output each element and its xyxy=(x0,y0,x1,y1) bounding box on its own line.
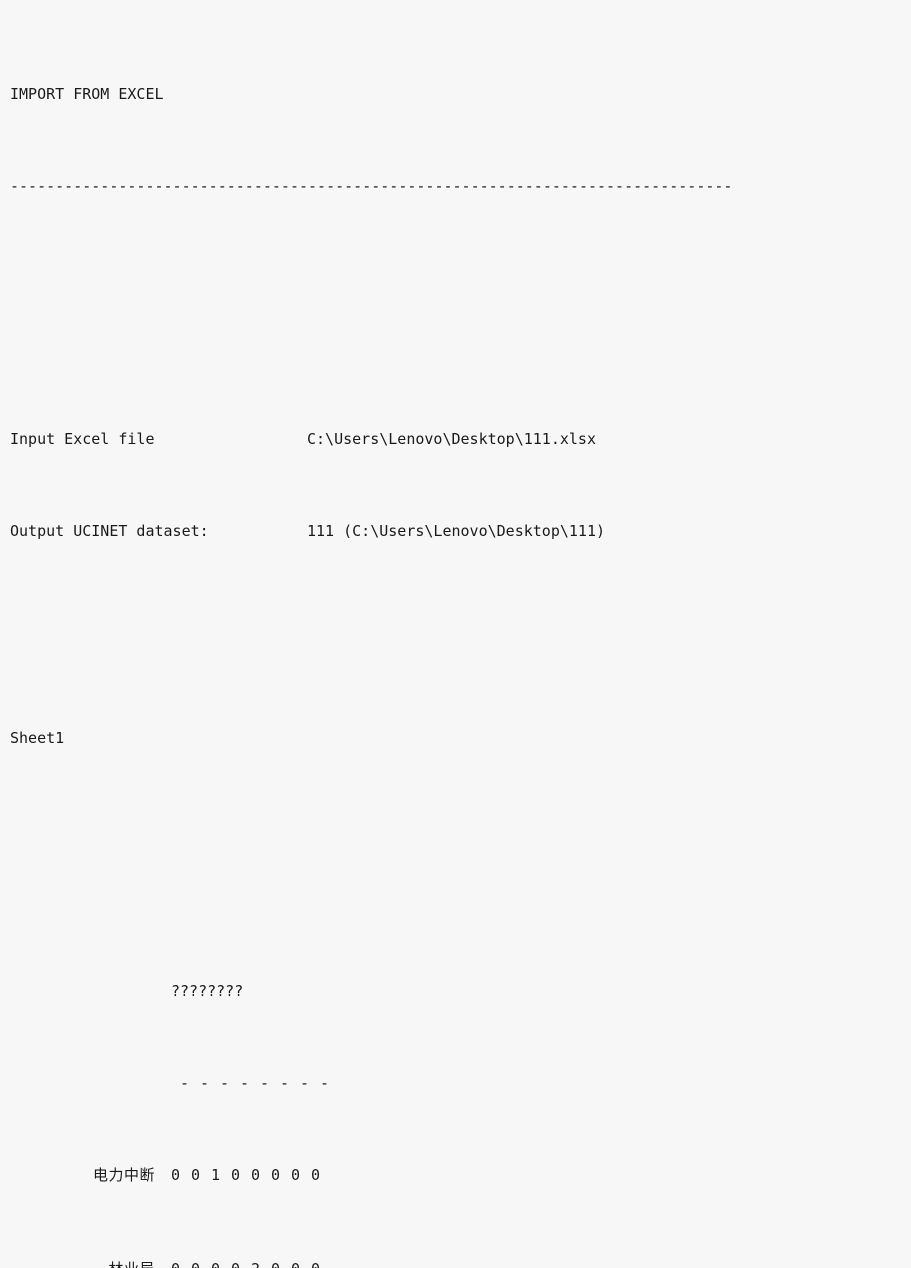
adjacency-matrix: ???????? -------- 电力中断 00100000 林业局 0000… xyxy=(10,911,911,1268)
matrix-cell: 0 xyxy=(191,1258,211,1268)
matrix-row-label: 林业局 xyxy=(10,1258,155,1268)
matrix-cell: 0 xyxy=(271,1258,291,1268)
console-output-pane: IMPORT FROM EXCEL ----------------------… xyxy=(0,0,911,1268)
matrix-cell: 0 xyxy=(271,1166,281,1184)
column-rule-dash: - xyxy=(240,1074,250,1092)
top-separator-rule: ----------------------------------------… xyxy=(10,177,733,195)
field-input-excel-file: Input Excel file C:\Users\Lenovo\Desktop\… xyxy=(10,428,911,451)
matrix-cell: 0 xyxy=(191,1166,201,1184)
matrix-cell: 0 xyxy=(311,1166,321,1184)
matrix-row: 电力中断 00100000 xyxy=(10,1164,911,1189)
matrix-cell: 0 xyxy=(231,1258,251,1268)
field-label: Input Excel file xyxy=(10,430,155,448)
field-value: 111 (C:\Users\Lenovo\Desktop\111) xyxy=(307,522,606,540)
sheet-name-label: Sheet1 xyxy=(10,729,65,747)
column-rule-dash: - xyxy=(180,1074,190,1092)
matrix-row-cells: 00100000 xyxy=(171,1164,331,1187)
column-rule-dash: - xyxy=(260,1074,270,1092)
matrix-row-cells: 00002000 xyxy=(171,1258,331,1268)
column-rule-dash: - xyxy=(280,1074,290,1092)
matrix-cell: 0 xyxy=(231,1166,241,1184)
matrix-column-rule: -------- xyxy=(180,1072,911,1095)
column-rule-dash: - xyxy=(320,1074,330,1092)
field-value: C:\Users\Lenovo\Desktop\111.xlsx xyxy=(307,430,596,448)
matrix-cell: 0 xyxy=(211,1258,231,1268)
matrix-cell: 0 xyxy=(171,1258,191,1268)
field-output-ucinet-dataset: Output UCINET dataset: 111 (C:\Users\Leno… xyxy=(10,520,911,543)
column-rule-dash: - xyxy=(200,1074,210,1092)
column-rule-dash: - xyxy=(300,1074,310,1092)
report-title: IMPORT FROM EXCEL xyxy=(10,85,164,103)
column-rule-dash: - xyxy=(220,1074,230,1092)
matrix-cell: 2 xyxy=(251,1258,271,1268)
matrix-cell: 1 xyxy=(211,1166,221,1184)
field-label: Output UCINET dataset: xyxy=(10,522,209,540)
matrix-column-header: ???????? xyxy=(171,982,244,1000)
matrix-cell: 0 xyxy=(251,1166,261,1184)
matrix-cell: 0 xyxy=(311,1258,331,1268)
matrix-row-label: 电力中断 xyxy=(92,1166,155,1184)
matrix-cell: 0 xyxy=(171,1166,181,1184)
matrix-row: 林业局 00002000 xyxy=(10,1258,911,1268)
matrix-cell: 0 xyxy=(291,1166,301,1184)
matrix-cell: 0 xyxy=(291,1258,311,1268)
